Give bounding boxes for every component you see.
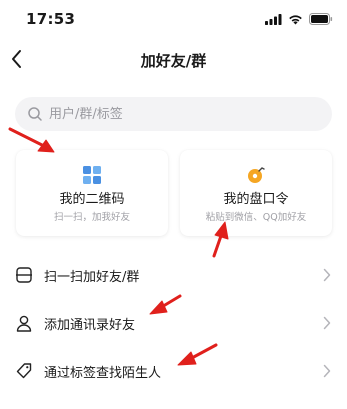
wifi-icon [289,14,302,24]
status-time: 17:53 [26,10,76,28]
chevron-right-icon [323,364,331,378]
search-box[interactable] [15,97,332,131]
search-icon [28,107,42,121]
search-input[interactable] [49,97,319,131]
chevron-right-icon [323,316,331,330]
menu-item-scan[interactable]: 扫一扫加好友/群 [0,252,347,300]
my-qr-code-card[interactable]: 我的二维码 扫一扫，加我好友 [16,150,168,236]
page-title: 加好友/群 [140,52,207,70]
card-title: 我的二维码 [59,192,125,207]
my-passphrase-card[interactable]: 我的盘口令 粘贴到微信、QQ加好友 [180,150,332,236]
menu-item-tag-search[interactable]: 通过标签查找陌生人 [0,348,347,396]
scan-icon [16,267,32,283]
menu-label: 通过标签查找陌生人 [44,366,162,381]
menu-item-contacts[interactable]: 添加通讯录好友 [0,300,347,348]
card-title: 我的盘口令 [223,192,289,207]
contact-icon [16,315,32,332]
menu-label: 扫一扫加好友/群 [44,270,140,285]
tag-icon [16,363,32,379]
card-subtitle: 扫一扫，加我好友 [53,212,130,223]
annotation-arrow [8,127,48,149]
nav-bar: 加好友/群 [0,38,347,82]
menu-label: 添加通讯录好友 [44,318,136,333]
status-icons [265,12,333,26]
chevron-right-icon [323,268,331,282]
signal-icon [265,13,282,25]
card-subtitle: 粘贴到微信、QQ加好友 [205,212,307,223]
qr-code-icon [83,166,101,184]
passphrase-icon [248,167,265,183]
battery-icon [309,13,333,25]
status-bar: 17:53 [0,0,347,38]
